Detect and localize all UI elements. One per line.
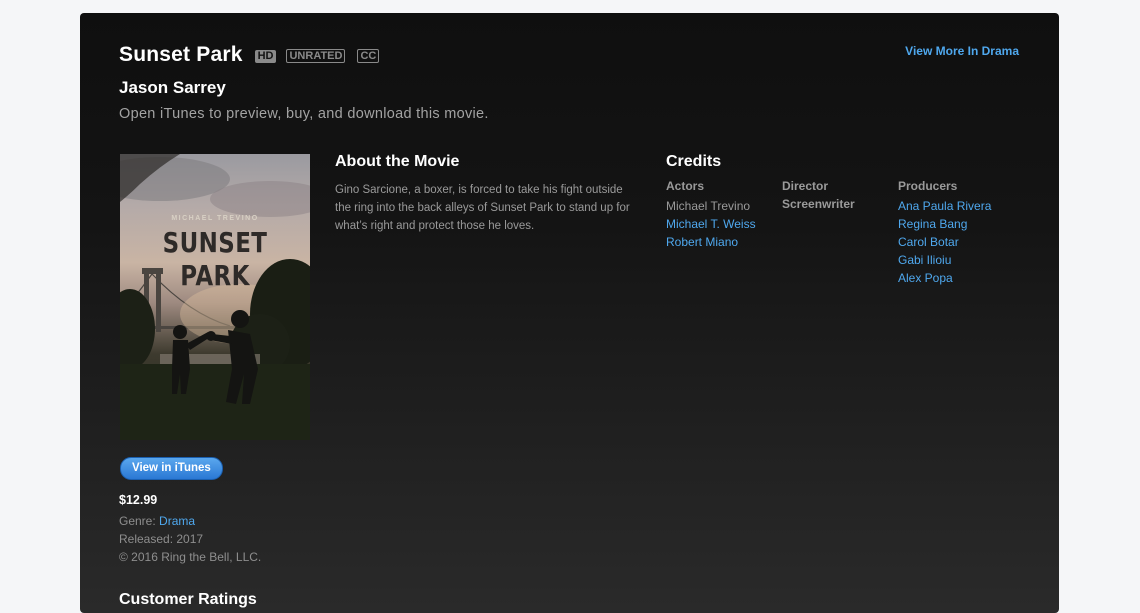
director-label: Director bbox=[782, 179, 829, 193]
producer-item[interactable]: Gabi Ilioiu bbox=[898, 251, 991, 269]
customer-ratings-heading: Customer Ratings bbox=[119, 591, 257, 608]
cc-badge: CC bbox=[357, 49, 380, 63]
movie-title: Sunset Park bbox=[119, 43, 243, 66]
poster-scene bbox=[120, 154, 310, 440]
actors-column: Actors Michael Trevino Michael T. Weiss … bbox=[666, 179, 756, 251]
title-row: Sunset Park HD UNRATED CC bbox=[119, 43, 380, 67]
producer-item[interactable]: Regina Bang bbox=[898, 215, 991, 233]
about-text: Gino Sarcione, a boxer, is forced to tak… bbox=[335, 184, 630, 232]
actor-item: Michael Trevino bbox=[666, 199, 751, 213]
author-name[interactable]: Jason Sarrey bbox=[119, 78, 226, 98]
unrated-badge: UNRATED bbox=[286, 49, 346, 63]
price: $12.99 bbox=[119, 493, 158, 507]
about-heading: About the Movie bbox=[335, 153, 460, 170]
actors-label: Actors bbox=[666, 179, 705, 193]
director-column: Director Screenwriter bbox=[782, 179, 855, 211]
credits-heading: Credits bbox=[666, 153, 722, 170]
genre-link[interactable]: Drama bbox=[159, 514, 195, 528]
screenwriter-label: Screenwriter bbox=[782, 197, 855, 211]
released: Released: 2017 bbox=[119, 532, 204, 546]
hd-badge: HD bbox=[254, 49, 277, 63]
poster-director: MICHAEL TREVINO bbox=[171, 215, 259, 222]
actor-item[interactable]: Robert Miano bbox=[666, 233, 756, 251]
genre-label: Genre: bbox=[119, 514, 156, 528]
view-more-link[interactable]: View More In Drama bbox=[905, 44, 1019, 58]
copyright: © 2016 Ring the Bell, LLC. bbox=[119, 550, 262, 564]
movie-poster: MICHAEL TREVINO SUNSET PARK bbox=[120, 154, 310, 440]
tagline: Open iTunes to preview, buy, and downloa… bbox=[119, 106, 489, 122]
producer-item[interactable]: Carol Botar bbox=[898, 233, 991, 251]
poster-title: SUNSET PARK bbox=[162, 226, 268, 292]
genre-row: Genre: Drama bbox=[119, 514, 195, 528]
movie-panel: Sunset Park HD UNRATED CC View More In D… bbox=[80, 13, 1059, 613]
producer-item[interactable]: Alex Popa bbox=[898, 269, 991, 287]
producer-item[interactable]: Ana Paula Rivera bbox=[898, 197, 991, 215]
view-in-itunes-button[interactable]: View in iTunes bbox=[120, 457, 223, 480]
actor-item[interactable]: Michael T. Weiss bbox=[666, 215, 756, 233]
producers-column: Producers Ana Paula Rivera Regina Bang C… bbox=[898, 179, 991, 287]
producers-label: Producers bbox=[898, 179, 958, 193]
